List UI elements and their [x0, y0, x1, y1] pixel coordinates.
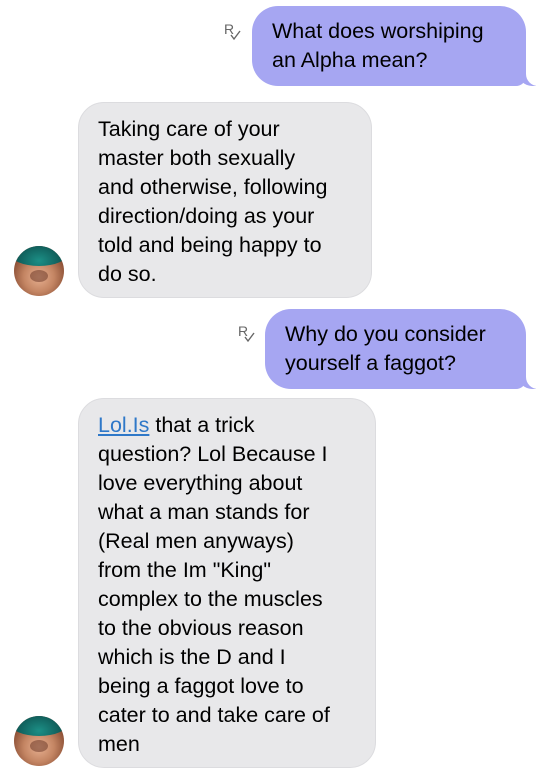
- received-message-bubble[interactable]: Taking care of your master both sexually…: [78, 102, 372, 298]
- message-line: master both sexually: [98, 146, 296, 170]
- message-line: do so.: [98, 262, 157, 286]
- message-line: Why do you consider: [285, 322, 486, 346]
- message-line: cater to and take care of: [98, 703, 330, 727]
- received-message-bubble[interactable]: Lol.Is that a trick question? Lol Becaus…: [78, 398, 376, 768]
- message-line: (Real men anyways): [98, 529, 294, 553]
- sent-message-bubble[interactable]: Why do you consider yourself a faggot?: [265, 309, 526, 389]
- message-line: complex to the muscles: [98, 587, 323, 611]
- message-line: love everything about: [98, 471, 303, 495]
- message-line: told and being happy to: [98, 233, 322, 257]
- message-line: question? Lol Because I: [98, 442, 328, 466]
- avatar-shade: [30, 270, 48, 282]
- message-line: yourself a faggot?: [285, 351, 456, 375]
- message-line: Taking care of your: [98, 117, 280, 141]
- message-line: an Alpha mean?: [272, 48, 428, 72]
- read-receipt-letter: R: [238, 323, 248, 339]
- avatar-hair: [14, 716, 64, 736]
- message-text: that a trick: [149, 413, 255, 437]
- message-line: Lol.Is that a trick: [98, 411, 357, 440]
- message-line: to the obvious reason: [98, 616, 304, 640]
- message-line: from the Im "King": [98, 558, 271, 582]
- read-receipt-icon: R: [224, 20, 242, 42]
- sent-message-bubble[interactable]: What does worshiping an Alpha mean?: [252, 6, 526, 86]
- message-line: What does worshiping: [272, 19, 484, 43]
- message-line: men: [98, 732, 140, 756]
- contact-avatar[interactable]: [14, 246, 64, 296]
- contact-avatar[interactable]: [14, 716, 64, 766]
- message-line: which is the D and I: [98, 645, 286, 669]
- avatar-hair: [14, 246, 64, 266]
- message-line: what a man stands for: [98, 500, 310, 524]
- message-line: direction/doing as your: [98, 204, 315, 228]
- message-link[interactable]: Lol.Is: [98, 413, 149, 437]
- read-receipt-icon: R: [238, 322, 256, 344]
- message-line: and otherwise, following: [98, 175, 328, 199]
- read-receipt-letter: R: [224, 21, 234, 37]
- avatar-shade: [30, 740, 48, 752]
- message-line: being a faggot love to: [98, 674, 304, 698]
